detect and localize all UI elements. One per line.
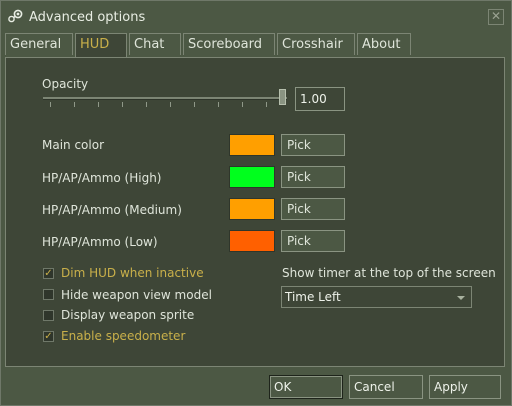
dim-hud-label[interactable]: Dim HUD when inactive [61, 266, 204, 280]
apply-button[interactable]: Apply [429, 375, 501, 399]
weapon-sprite-label[interactable]: Display weapon sprite [61, 308, 194, 322]
hp-low-swatch [229, 230, 275, 252]
speedometer-label[interactable]: Enable speedometer [61, 329, 185, 343]
hp-medium-pick-button[interactable]: Pick [281, 198, 345, 220]
hp-high-swatch [229, 166, 275, 188]
checkmark-icon: ✓ [44, 268, 53, 279]
tab-scoreboard[interactable]: Scoreboard [183, 33, 275, 55]
hide-view-model-checkbox[interactable] [43, 289, 54, 300]
opacity-value-field[interactable]: 1.00 [295, 87, 345, 111]
weapon-sprite-checkbox[interactable] [43, 310, 54, 321]
checkmark-icon: ✓ [44, 331, 53, 342]
advanced-options-window: Advanced options ✕ General HUD Chat Scor… [0, 0, 512, 406]
timer-selected-value: Time Left [285, 290, 341, 304]
opacity-slider-handle[interactable] [279, 89, 286, 105]
hide-view-model-label[interactable]: Hide weapon view model [61, 288, 212, 302]
main-color-label: Main color [42, 138, 105, 152]
main-color-swatch [229, 134, 275, 156]
tab-chat[interactable]: Chat [129, 33, 181, 55]
hp-medium-label: HP/AP/Ammo (Medium) [42, 203, 182, 217]
main-color-pick-button[interactable]: Pick [281, 134, 345, 156]
opacity-label: Opacity [42, 77, 89, 91]
tab-general[interactable]: General [5, 33, 73, 55]
hp-medium-swatch [229, 198, 275, 220]
hp-high-pick-button[interactable]: Pick [281, 166, 345, 188]
title-bar[interactable]: Advanced options ✕ [1, 1, 511, 31]
close-button[interactable]: ✕ [488, 9, 504, 25]
timer-label: Show timer at the top of the screen [282, 266, 496, 280]
hp-low-pick-button[interactable]: Pick [281, 230, 345, 252]
steam-icon [8, 9, 23, 23]
chevron-down-icon [457, 296, 465, 300]
hp-high-label: HP/AP/Ammo (High) [42, 171, 162, 185]
opacity-slider-track[interactable] [43, 97, 287, 100]
dim-hud-checkbox[interactable]: ✓ [43, 268, 54, 279]
close-icon: ✕ [490, 9, 502, 23]
timer-dropdown[interactable]: Time Left [281, 286, 472, 308]
ok-button[interactable]: OK [269, 375, 343, 399]
cancel-button[interactable]: Cancel [349, 375, 423, 399]
hp-low-label: HP/AP/Ammo (Low) [42, 235, 158, 249]
tab-crosshair[interactable]: Crosshair [277, 33, 355, 55]
tab-hud[interactable]: HUD [75, 33, 127, 58]
speedometer-checkbox[interactable]: ✓ [43, 331, 54, 342]
window-title: Advanced options [29, 10, 146, 25]
tab-about[interactable]: About [357, 33, 411, 55]
